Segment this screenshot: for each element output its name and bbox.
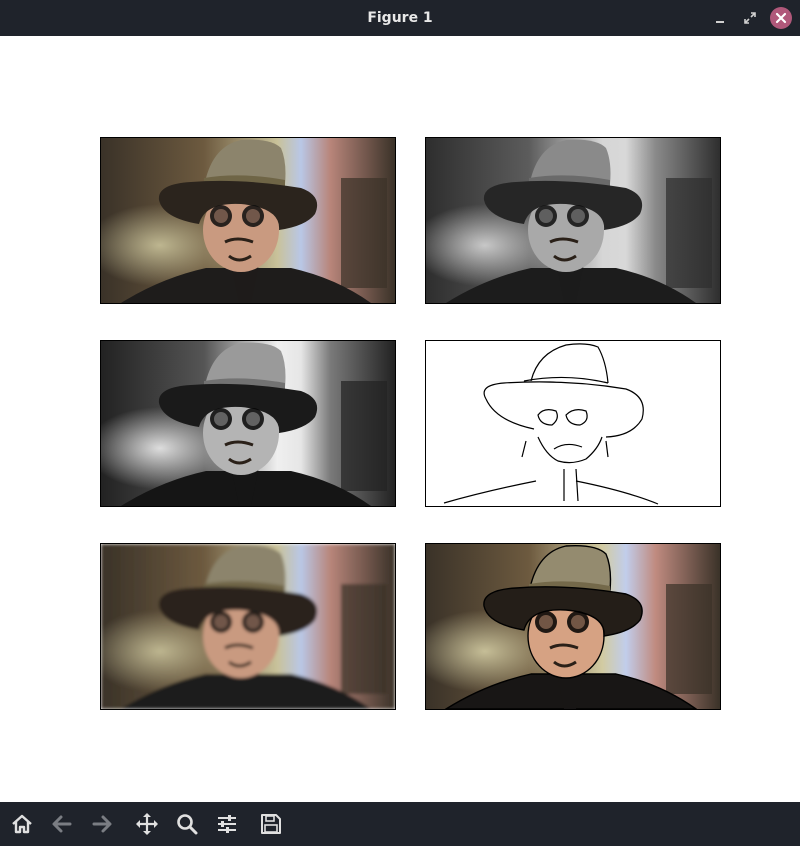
image-panel-cartoon: [425, 543, 721, 710]
close-icon: [775, 12, 787, 24]
navigation-toolbar: [0, 802, 800, 846]
portrait-image: [101, 138, 395, 303]
image-panel-original: [100, 137, 396, 304]
portrait-image: [101, 544, 395, 709]
image-panel-grayscale: [425, 137, 721, 304]
maximize-icon: [744, 12, 756, 24]
forward-button[interactable]: [90, 812, 114, 836]
forward-arrow-icon: [92, 815, 112, 833]
pan-move-icon: [136, 813, 158, 835]
portrait-image: [426, 138, 720, 303]
image-panel-grayscale-equalized: [100, 340, 396, 507]
portrait-image: [426, 341, 720, 506]
back-arrow-icon: [52, 815, 72, 833]
save-icon: [261, 814, 281, 834]
image-panel-blurred: [100, 543, 396, 710]
configure-subplots-button[interactable]: [215, 812, 239, 836]
save-button[interactable]: [259, 812, 283, 836]
minimize-icon: [716, 21, 724, 23]
home-button[interactable]: [10, 812, 34, 836]
image-panel-edges: [425, 340, 721, 507]
zoom-button[interactable]: [175, 812, 199, 836]
zoom-icon: [177, 814, 198, 835]
back-button[interactable]: [50, 812, 74, 836]
window-titlebar: Figure 1: [0, 0, 800, 36]
configure-subplots-icon: [218, 815, 236, 833]
figure-canvas[interactable]: [0, 36, 800, 802]
close-button[interactable]: [770, 7, 792, 29]
minimize-button[interactable]: [710, 8, 730, 28]
portrait-image: [426, 544, 720, 709]
maximize-button[interactable]: [740, 8, 760, 28]
window-controls: [710, 7, 792, 29]
portrait-image: [101, 341, 395, 506]
window-title: Figure 1: [367, 10, 433, 26]
home-icon: [12, 814, 32, 834]
pan-button[interactable]: [135, 812, 159, 836]
